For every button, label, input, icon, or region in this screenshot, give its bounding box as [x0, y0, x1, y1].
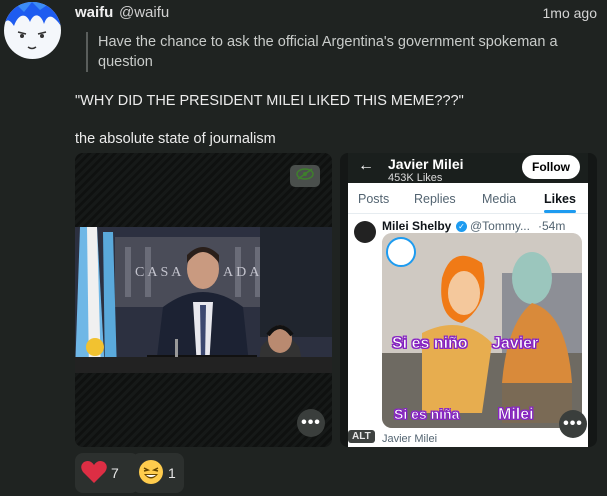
- profile-header-bar: ← Javier Milei 453K Likes Follow: [348, 153, 588, 183]
- avatar[interactable]: [4, 2, 61, 59]
- quote-block: Have the chance to ask the official Arge…: [86, 32, 588, 72]
- tab-likes: Likes: [544, 192, 576, 206]
- sign-text-right: ADA: [223, 265, 263, 280]
- meme-text-javier: Javier: [492, 335, 539, 353]
- meme-corner-avatar: [386, 237, 416, 267]
- post-time[interactable]: 1mo ago: [543, 5, 597, 21]
- alt-badge[interactable]: ALT: [348, 430, 375, 443]
- tab-replies: Replies: [414, 192, 456, 206]
- media-attachment-video[interactable]: CASA ADA •••: [75, 153, 332, 447]
- reaction-laughing[interactable]: 1: [132, 453, 184, 493]
- post-text-line-1: "WHY DID THE PRESIDENT MILEI LIKED THIS …: [75, 93, 464, 109]
- media-more-button[interactable]: •••: [297, 409, 325, 437]
- reaction-count: 1: [168, 465, 176, 481]
- reaction-heart[interactable]: 7: [75, 453, 139, 493]
- tab-posts: Posts: [358, 192, 390, 206]
- tweet-author: Milei Shelby: [382, 219, 452, 233]
- profile-tabs: Posts Replies Media Likes: [348, 183, 588, 214]
- media-more-button-right[interactable]: •••: [559, 410, 587, 438]
- follow-button: Follow: [522, 155, 580, 179]
- profile-name: Javier Milei: [388, 156, 464, 172]
- caption-text: Javier Milei: [382, 433, 438, 445]
- back-arrow-icon: ←: [358, 157, 374, 174]
- tweet-handle: @Tommy...: [470, 219, 530, 233]
- reaction-count: 7: [111, 465, 119, 481]
- profile-likes-count: 453K Likes: [388, 172, 443, 182]
- media-attachment-image[interactable]: ← Javier Milei 453K Likes Follow Posts R…: [340, 153, 597, 447]
- meme-text-girl: Si es niña: [394, 406, 460, 423]
- post-text-line-2: the absolute state of journalism: [75, 131, 276, 147]
- verified-badge-icon: ✓: [456, 221, 467, 232]
- tab-likes-underline: [544, 210, 576, 213]
- tab-media: Media: [482, 192, 517, 206]
- author-name[interactable]: waifu: [75, 4, 113, 21]
- heart-icon: [81, 460, 107, 487]
- tweet-avatar: [354, 221, 376, 243]
- laughing-emoji-icon: [138, 459, 164, 488]
- meme-image: Si es niño Javier Si es niña Milei: [382, 233, 582, 428]
- eye-off-icon: [296, 167, 314, 185]
- sign-text-left: CASA: [135, 265, 185, 280]
- meme-text-boy: Si es niño: [392, 335, 468, 353]
- tweet-time: ·54m: [538, 219, 566, 233]
- author-handle[interactable]: @waifu: [119, 4, 169, 21]
- video-frame: CASA ADA: [75, 227, 332, 373]
- meme-text-milei: Milei: [498, 406, 534, 424]
- hide-media-button[interactable]: [290, 165, 320, 187]
- twitter-screenshot: ← Javier Milei 453K Likes Follow Posts R…: [348, 153, 588, 447]
